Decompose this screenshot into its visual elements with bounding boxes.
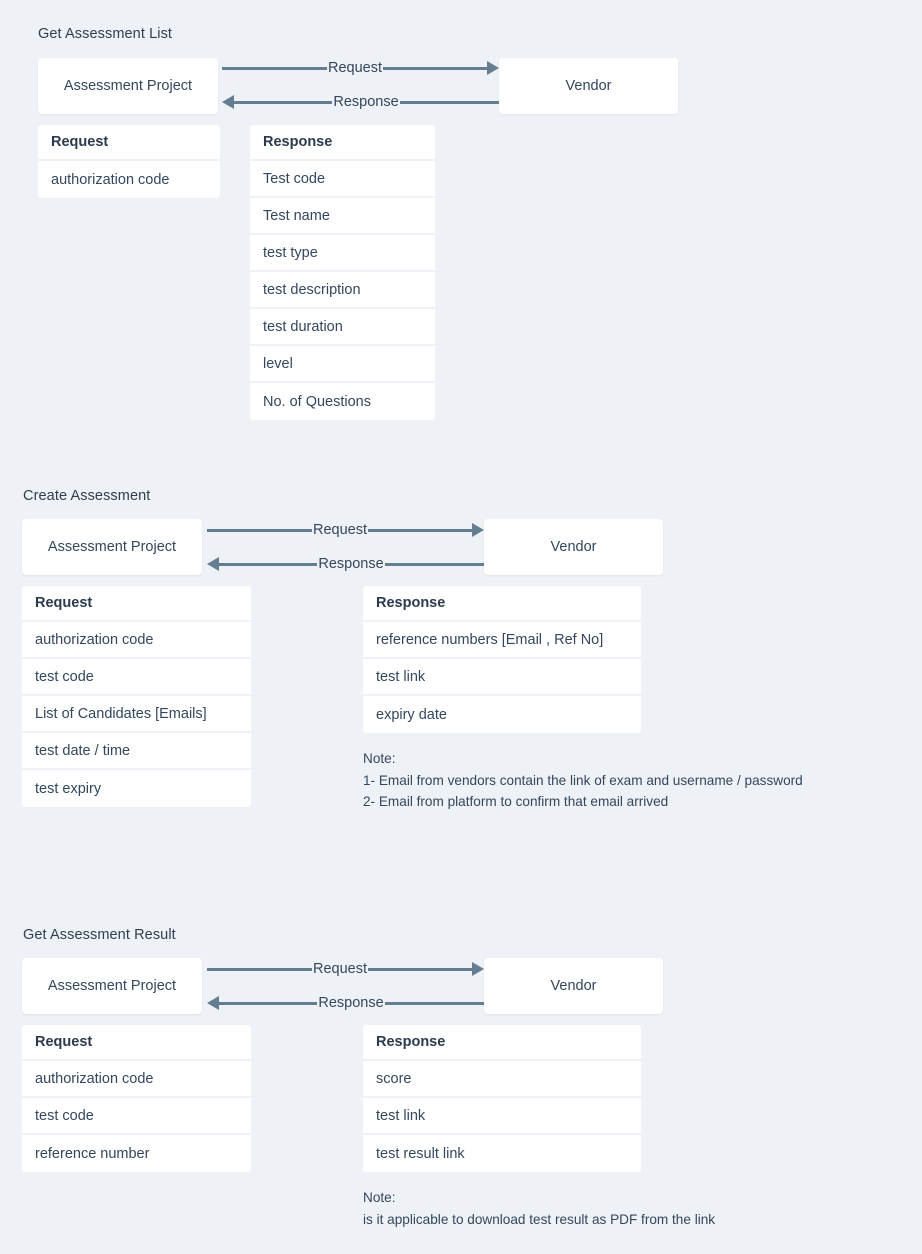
arrow-line: [383, 66, 489, 70]
table-row: reference numbers [Email , Ref No]: [363, 622, 641, 659]
actor-vendor-2: Vendor: [484, 519, 663, 575]
actor-vendor-3: Vendor: [484, 958, 663, 1014]
actor-label: Vendor: [550, 978, 597, 994]
response-table-1: Response Test code Test name test type t…: [250, 125, 435, 420]
arrow-line: [218, 562, 318, 566]
arrow-label: Request: [313, 961, 368, 977]
section-title-get-assessment-result: Get Assessment Result: [23, 927, 176, 943]
table-row: test expiry: [22, 770, 251, 807]
table-row: test link: [363, 1098, 641, 1135]
section-title-create-assessment: Create Assessment: [23, 488, 151, 504]
table-header-cell: Request: [22, 586, 251, 622]
actor-assessment-project-1: Assessment Project: [38, 58, 218, 114]
arrow-line: [384, 562, 485, 566]
note-block-3: Note: is it applicable to download test …: [363, 1187, 715, 1230]
arrow-line: [368, 528, 474, 532]
arrow-label: Request: [328, 60, 383, 76]
request-table-1: Request authorization code: [38, 125, 220, 198]
table-header-cell: Response: [363, 1025, 641, 1061]
note-line: 2- Email from platform to confirm that e…: [363, 794, 669, 809]
actor-label: Assessment Project: [47, 978, 177, 994]
table-row: test date / time: [22, 733, 251, 770]
table-row: test code: [22, 659, 251, 696]
response-table-2: Response reference numbers [Email , Ref …: [363, 586, 641, 733]
arrow-line: [218, 1001, 318, 1005]
arrow-line: [233, 100, 333, 104]
actor-assessment-project-3: Assessment Project: [22, 958, 202, 1014]
arrowhead-right-icon: [472, 523, 485, 537]
arrow-label: Response: [333, 94, 399, 110]
table-row: authorization code: [22, 1061, 251, 1098]
arrow-line: [384, 1001, 485, 1005]
actor-label: Assessment Project: [63, 78, 193, 94]
table-header-cell: Response: [363, 586, 641, 622]
arrow-request-3: Request: [207, 961, 485, 977]
table-row: Test code: [250, 161, 435, 198]
arrow-label: Response: [318, 995, 384, 1011]
actor-assessment-project-2: Assessment Project: [22, 519, 202, 575]
note-block-2: Note: 1- Email from vendors contain the …: [363, 748, 803, 813]
table-row: test link: [363, 659, 641, 696]
request-table-2: Request authorization code test code Lis…: [22, 586, 251, 807]
arrowhead-right-icon: [487, 61, 500, 75]
table-row: test description: [250, 272, 435, 309]
table-header-cell: Request: [22, 1025, 251, 1061]
arrow-response-3: Response: [207, 995, 485, 1011]
actor-label: Assessment Project: [47, 539, 177, 555]
table-header-cell: Request: [38, 125, 220, 161]
table-row: No. of Questions: [250, 383, 435, 420]
arrow-line: [207, 967, 312, 971]
request-table-3: Request authorization code test code ref…: [22, 1025, 251, 1172]
table-row: test result link: [363, 1135, 641, 1172]
diagram-canvas: Get Assessment List Assessment Project V…: [0, 0, 922, 1254]
arrow-line: [399, 100, 500, 104]
table-row: test duration: [250, 309, 435, 346]
note-label: Note:: [363, 751, 396, 766]
arrow-request-2: Request: [207, 522, 485, 538]
note-line: is it applicable to download test result…: [363, 1211, 716, 1227]
table-row: authorization code: [22, 622, 251, 659]
arrow-line: [207, 528, 312, 532]
arrow-line: [368, 967, 474, 971]
table-row: test type: [250, 235, 435, 272]
table-row: expiry date: [363, 696, 641, 733]
table-row: reference number: [22, 1135, 251, 1172]
table-header-cell: Response: [250, 125, 435, 161]
table-row: List of Candidates [Emails]: [22, 696, 251, 733]
table-row: Test name: [250, 198, 435, 235]
response-table-3: Response score test link test result lin…: [363, 1025, 641, 1172]
arrow-request-1: Request: [222, 60, 500, 76]
section-title-get-assessment-list: Get Assessment List: [38, 26, 173, 42]
arrowhead-right-icon: [472, 962, 485, 976]
arrow-label: Response: [318, 556, 384, 572]
note-line: 1- Email from vendors contain the link o…: [363, 772, 803, 788]
actor-vendor-1: Vendor: [499, 58, 678, 114]
arrow-line: [222, 66, 327, 70]
actor-label: Vendor: [550, 539, 597, 555]
table-row: level: [250, 346, 435, 383]
table-row: test code: [22, 1098, 251, 1135]
table-row: authorization code: [38, 161, 220, 198]
table-row: score: [363, 1061, 641, 1098]
actor-label: Vendor: [565, 78, 612, 94]
arrow-response-2: Response: [207, 556, 485, 572]
note-label: Note:: [363, 1190, 396, 1205]
arrow-label: Request: [313, 522, 368, 538]
arrow-response-1: Response: [222, 94, 500, 110]
